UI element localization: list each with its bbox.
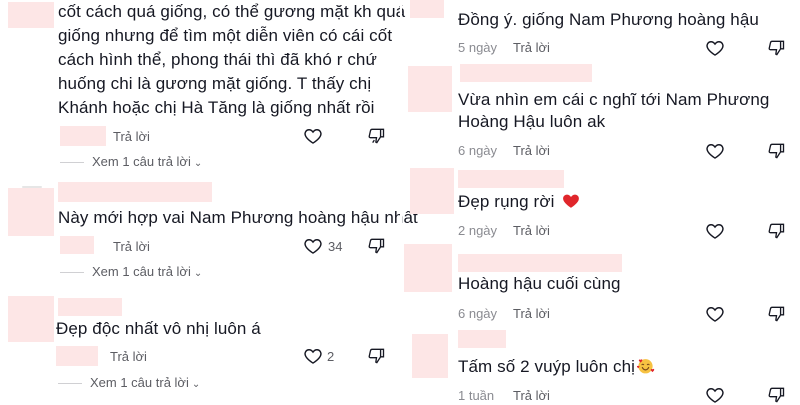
redacted-avatar xyxy=(8,296,54,342)
reply-button[interactable]: Trả lời xyxy=(113,239,150,255)
redacted-username xyxy=(58,298,122,316)
view-replies-label: Xem 1 câu trả lời xyxy=(92,154,191,169)
thumbs-down-outline-icon[interactable] xyxy=(766,141,786,161)
timestamp: 1 tuần xyxy=(458,388,495,403)
reply-text-label: Tấm số 2 vuýp luôn chị xyxy=(458,357,636,376)
comment-text-line: cốt cách quá giống, có thể gương mặt kh … xyxy=(58,2,406,21)
thumbs-down-outline-icon[interactable] xyxy=(766,221,786,241)
divider xyxy=(60,272,84,274)
comment-text: Đẹp độc nhất vô nhị luôn á xyxy=(56,319,261,338)
redacted-avatar xyxy=(404,244,452,292)
redacted-username xyxy=(460,64,592,82)
red-heart-icon xyxy=(563,194,580,208)
reply-button[interactable]: Trả lời xyxy=(113,129,150,145)
reply-button[interactable]: Trả lời xyxy=(513,306,550,322)
redacted-avatar xyxy=(8,2,54,28)
thumbs-down-outline-icon[interactable] xyxy=(766,385,786,405)
heart-outline-icon[interactable] xyxy=(303,346,323,366)
reply-button[interactable]: Trả lời xyxy=(513,143,550,159)
view-replies-link[interactable]: Xem 1 câu trả lời ⌄ xyxy=(60,264,202,282)
view-replies-label: Xem 1 câu trả lời xyxy=(90,375,189,390)
thumbs-down-outline-icon[interactable] xyxy=(766,304,786,324)
column-divider xyxy=(400,0,402,400)
redacted-timestamp xyxy=(60,236,94,254)
redacted-avatar xyxy=(410,168,454,214)
reply-text-label: Đẹp rụng rời xyxy=(458,192,560,211)
view-replies-label: Xem 1 câu trả lời xyxy=(92,264,191,279)
reply-text-line: Hoàng Hậu luôn ak xyxy=(458,112,606,131)
comment-text-line: huống chi là gương mặt giống. T thấy chị xyxy=(58,74,372,93)
redacted-username xyxy=(58,182,212,202)
comment-text-line: cách hình thể, phong thái thì đã khó r c… xyxy=(58,50,377,69)
timestamp: 6 ngày xyxy=(458,306,498,321)
thumbs-down-outline-icon[interactable] xyxy=(366,126,386,146)
heart-outline-icon[interactable] xyxy=(705,38,725,58)
redacted-avatar xyxy=(410,0,444,18)
reply-text: Hoàng hậu cuối cùng xyxy=(458,274,621,293)
heart-outline-icon[interactable] xyxy=(705,304,725,324)
timestamp: 5 ngày xyxy=(458,40,498,55)
chevron-down-icon: ⌄ xyxy=(191,379,201,390)
comment-text-line: Khánh hoặc chị Hà Tăng là giống nhất rồi xyxy=(58,98,375,117)
comment-text-line: giống nhưng để tìm một diễn viên có cái … xyxy=(58,26,393,45)
heart-outline-icon[interactable] xyxy=(303,236,323,256)
timestamp: 6 ngày xyxy=(458,143,498,158)
reply-button[interactable]: Trả lời xyxy=(110,349,147,365)
like-count: 2 xyxy=(327,349,335,364)
chevron-down-icon: ⌄ xyxy=(193,268,203,279)
redacted-avatar xyxy=(8,188,54,236)
heart-outline-icon[interactable] xyxy=(705,221,725,241)
like-count: 34 xyxy=(328,239,343,254)
reply-button[interactable]: Trả lời xyxy=(513,223,550,239)
redacted-avatar xyxy=(412,334,448,378)
redacted-avatar xyxy=(408,66,452,112)
reply-text-line: Vừa nhìn em cái c nghĩ tới Nam Phương xyxy=(458,90,770,109)
thumbs-down-outline-icon[interactable] xyxy=(366,346,386,366)
reply-text: Tấm số 2 vuýp luôn chị xyxy=(458,355,655,379)
reply-button[interactable]: Trả lời xyxy=(513,40,550,56)
heart-outline-icon[interactable] xyxy=(705,141,725,161)
redacted-username xyxy=(458,330,506,348)
view-replies-link[interactable]: Xem 1 câu trả lời ⌄ xyxy=(58,375,200,393)
reply-text: Đồng ý. giống Nam Phương hoàng hậu xyxy=(458,10,759,29)
chevron-down-icon: ⌄ xyxy=(193,158,203,169)
reply-text: Đẹp rụng rời xyxy=(458,190,580,214)
divider xyxy=(60,162,84,164)
thumbs-down-outline-icon[interactable] xyxy=(366,236,386,256)
smiling-face-with-hearts-icon xyxy=(636,359,655,374)
redacted-username xyxy=(458,254,622,272)
timestamp: 2 ngày xyxy=(458,223,498,238)
reply-button[interactable]: Trả lời xyxy=(513,388,550,404)
comment-text: Này mới hợp vai Nam Phương hoàng hậu nhấ… xyxy=(58,208,418,227)
heart-outline-icon[interactable] xyxy=(705,385,725,405)
redacted-username xyxy=(458,170,564,188)
heart-outline-icon[interactable] xyxy=(303,126,323,146)
redacted-timestamp xyxy=(60,126,106,146)
redacted-timestamp xyxy=(56,346,98,366)
thumbs-down-outline-icon[interactable] xyxy=(766,38,786,58)
view-replies-link[interactable]: Xem 1 câu trả lời ⌄ xyxy=(60,154,202,172)
divider xyxy=(58,383,82,385)
